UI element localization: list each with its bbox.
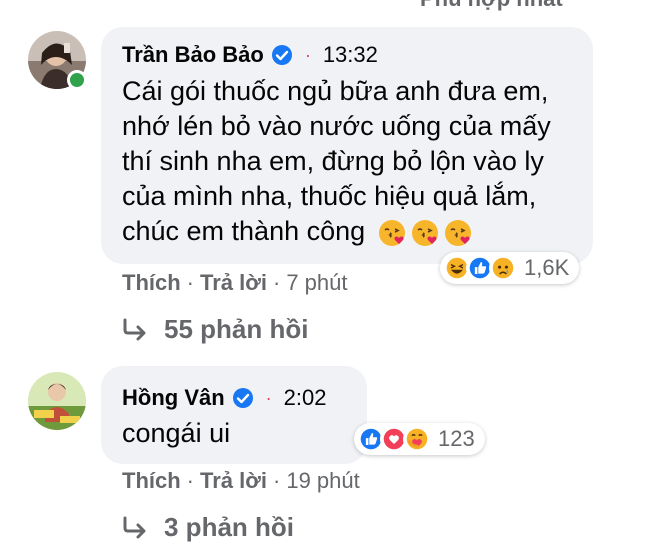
reply-action[interactable]: Trả lời — [200, 468, 267, 493]
comment-time[interactable]: 2:02 — [284, 385, 327, 411]
kissing-heart-emoji-icon — [411, 219, 438, 246]
reaction-count: 123 — [438, 426, 475, 451]
view-replies[interactable]: 3 phản hồi — [122, 512, 294, 543]
author-name[interactable]: Hồng Vân — [122, 385, 225, 411]
care-icon — [403, 425, 431, 453]
reply-arrow-icon — [123, 318, 146, 340]
kissing-heart-emoji-icon — [444, 219, 471, 246]
verified-badge-icon — [271, 45, 292, 65]
comment-actions: Thích · Trả lời · 7 phút — [122, 270, 348, 295]
view-replies[interactable]: 55 phản hồi — [122, 314, 308, 345]
like-action[interactable]: Thích — [122, 270, 181, 295]
reply-arrow-icon — [123, 516, 146, 538]
replies-count[interactable]: 55 phản hồi — [164, 314, 308, 345]
comment-actions: Thích · Trả lời · 19 phút — [122, 468, 360, 493]
reply-action[interactable]: Trả lời — [200, 270, 267, 295]
author-name[interactable]: Trần Bảo Bảo — [122, 42, 264, 68]
comment-line: congái ui — [122, 418, 231, 448]
comment-header: Trần Bảo Bảo · 13:32 — [122, 42, 378, 68]
comment-header: Hồng Vân · 2:02 — [122, 385, 327, 411]
comment-text: Cái gói thuốc ngủ bữa anh đưa em, nhớ lé… — [122, 74, 551, 249]
separator-dot: · — [265, 387, 272, 408]
reaction-count: 1,6K — [524, 255, 570, 280]
replies-count[interactable]: 3 phản hồi — [164, 512, 294, 543]
separator-dot: · — [304, 44, 311, 65]
online-status-dot — [67, 70, 87, 90]
comment-line: nhớ lén bỏ vào nước uống của mấy — [122, 111, 551, 141]
comment-line: thí sinh nha em, đừng bỏ lộn vào ly — [122, 146, 544, 176]
comment-time[interactable]: 13:32 — [323, 42, 378, 68]
reaction-summary[interactable]: 123 — [354, 423, 485, 455]
comment-text: congái ui — [122, 416, 230, 451]
sort-dropdown-label[interactable]: Phù hợp nhất — [420, 0, 563, 12]
sad-icon — [489, 254, 517, 282]
comment-line: chúc em thành công — [122, 214, 551, 249]
comment-age[interactable]: 19 phút — [286, 468, 359, 493]
kissing-heart-emoji-icon — [378, 219, 405, 246]
comment-line: của mình nha, thuốc hiệu quả lắm, — [122, 181, 537, 211]
comment-line: Cái gói thuốc ngủ bữa anh đưa em, — [122, 76, 549, 106]
comment-age[interactable]: 7 phút — [286, 270, 347, 295]
verified-badge-icon — [232, 388, 253, 408]
like-action[interactable]: Thích — [122, 468, 181, 493]
reaction-summary[interactable]: 1,6K — [440, 252, 580, 284]
avatar[interactable] — [28, 372, 86, 430]
